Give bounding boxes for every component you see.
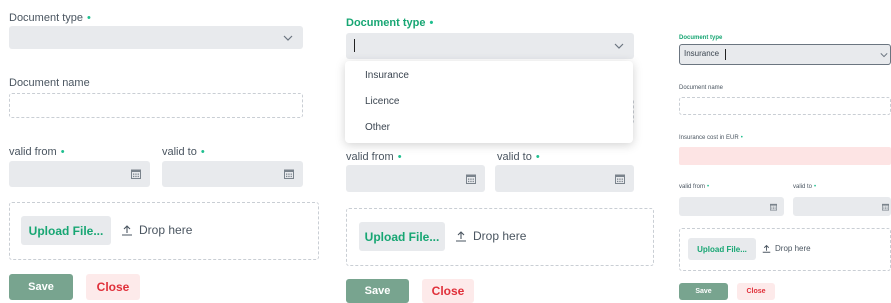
calendar-icon[interactable] xyxy=(770,203,777,210)
save-button[interactable]: Save xyxy=(346,279,409,303)
doc-type-select[interactable]: Insurance xyxy=(679,44,891,65)
valid-from-input[interactable] xyxy=(679,197,784,216)
drop-here-area[interactable]: Drop here xyxy=(762,244,811,253)
text-caret xyxy=(725,49,726,60)
text-caret xyxy=(354,39,355,52)
dropdown-option-insurance[interactable]: Insurance xyxy=(365,70,409,81)
valid-from-input[interactable] xyxy=(346,165,485,192)
valid-to-label: valid to • xyxy=(162,146,205,158)
upload-file-button[interactable]: Upload File... xyxy=(688,238,756,260)
doc-name-label: Document name xyxy=(679,85,724,91)
save-button[interactable]: Save xyxy=(9,274,73,300)
calendar-icon[interactable] xyxy=(882,203,889,210)
doc-type-select[interactable] xyxy=(346,33,634,59)
valid-to-input[interactable] xyxy=(495,165,634,192)
chevron-down-icon xyxy=(283,35,293,41)
valid-from-label: valid from • xyxy=(346,151,402,163)
upload-file-button[interactable]: Upload File... xyxy=(359,222,445,251)
doc-name-input[interactable] xyxy=(9,93,303,118)
upload-arrow-icon xyxy=(456,231,466,242)
upload-file-button[interactable]: Upload File... xyxy=(21,216,111,245)
doc-type-dropdown-menu: Insurance Licence Other xyxy=(345,61,633,143)
upload-arrow-icon xyxy=(762,244,771,253)
doc-type-label: Document type • xyxy=(346,17,434,29)
chevron-down-icon xyxy=(614,43,624,49)
dropdown-option-licence[interactable]: Licence xyxy=(365,96,399,107)
doc-type-label: Document type • xyxy=(9,12,91,24)
calendar-icon[interactable] xyxy=(466,174,476,184)
valid-from-label: valid from • xyxy=(679,184,710,190)
chevron-down-icon xyxy=(880,52,888,57)
doc-type-label: Document type xyxy=(679,35,723,41)
valid-from-label: valid from • xyxy=(9,146,65,158)
insurance-cost-input[interactable] xyxy=(679,147,891,165)
calendar-icon[interactable] xyxy=(284,169,294,179)
drop-here-area[interactable]: Drop here xyxy=(455,229,526,243)
dropdown-option-other[interactable]: Other xyxy=(365,122,390,133)
valid-to-input[interactable] xyxy=(793,197,891,216)
doc-name-input[interactable] xyxy=(679,97,891,115)
valid-from-input[interactable] xyxy=(9,161,150,187)
calendar-icon[interactable] xyxy=(131,169,141,179)
doc-type-select[interactable] xyxy=(9,26,303,49)
insurance-cost-label: Insurance cost in EUR • xyxy=(679,135,743,141)
drop-here-area[interactable]: Drop here xyxy=(121,223,192,237)
valid-to-input[interactable] xyxy=(162,161,303,187)
close-button[interactable]: Close xyxy=(737,283,775,300)
valid-to-label: valid to • xyxy=(793,184,817,190)
calendar-icon[interactable] xyxy=(615,174,625,184)
close-button[interactable]: Close xyxy=(86,274,140,300)
valid-to-label: valid to • xyxy=(497,151,540,163)
doc-type-value: Insurance xyxy=(684,49,720,58)
upload-arrow-icon xyxy=(122,225,132,236)
close-button[interactable]: Close xyxy=(422,279,474,303)
save-button[interactable]: Save xyxy=(679,283,728,300)
required-mark: • xyxy=(86,12,91,24)
doc-name-label: Document name xyxy=(9,77,90,89)
